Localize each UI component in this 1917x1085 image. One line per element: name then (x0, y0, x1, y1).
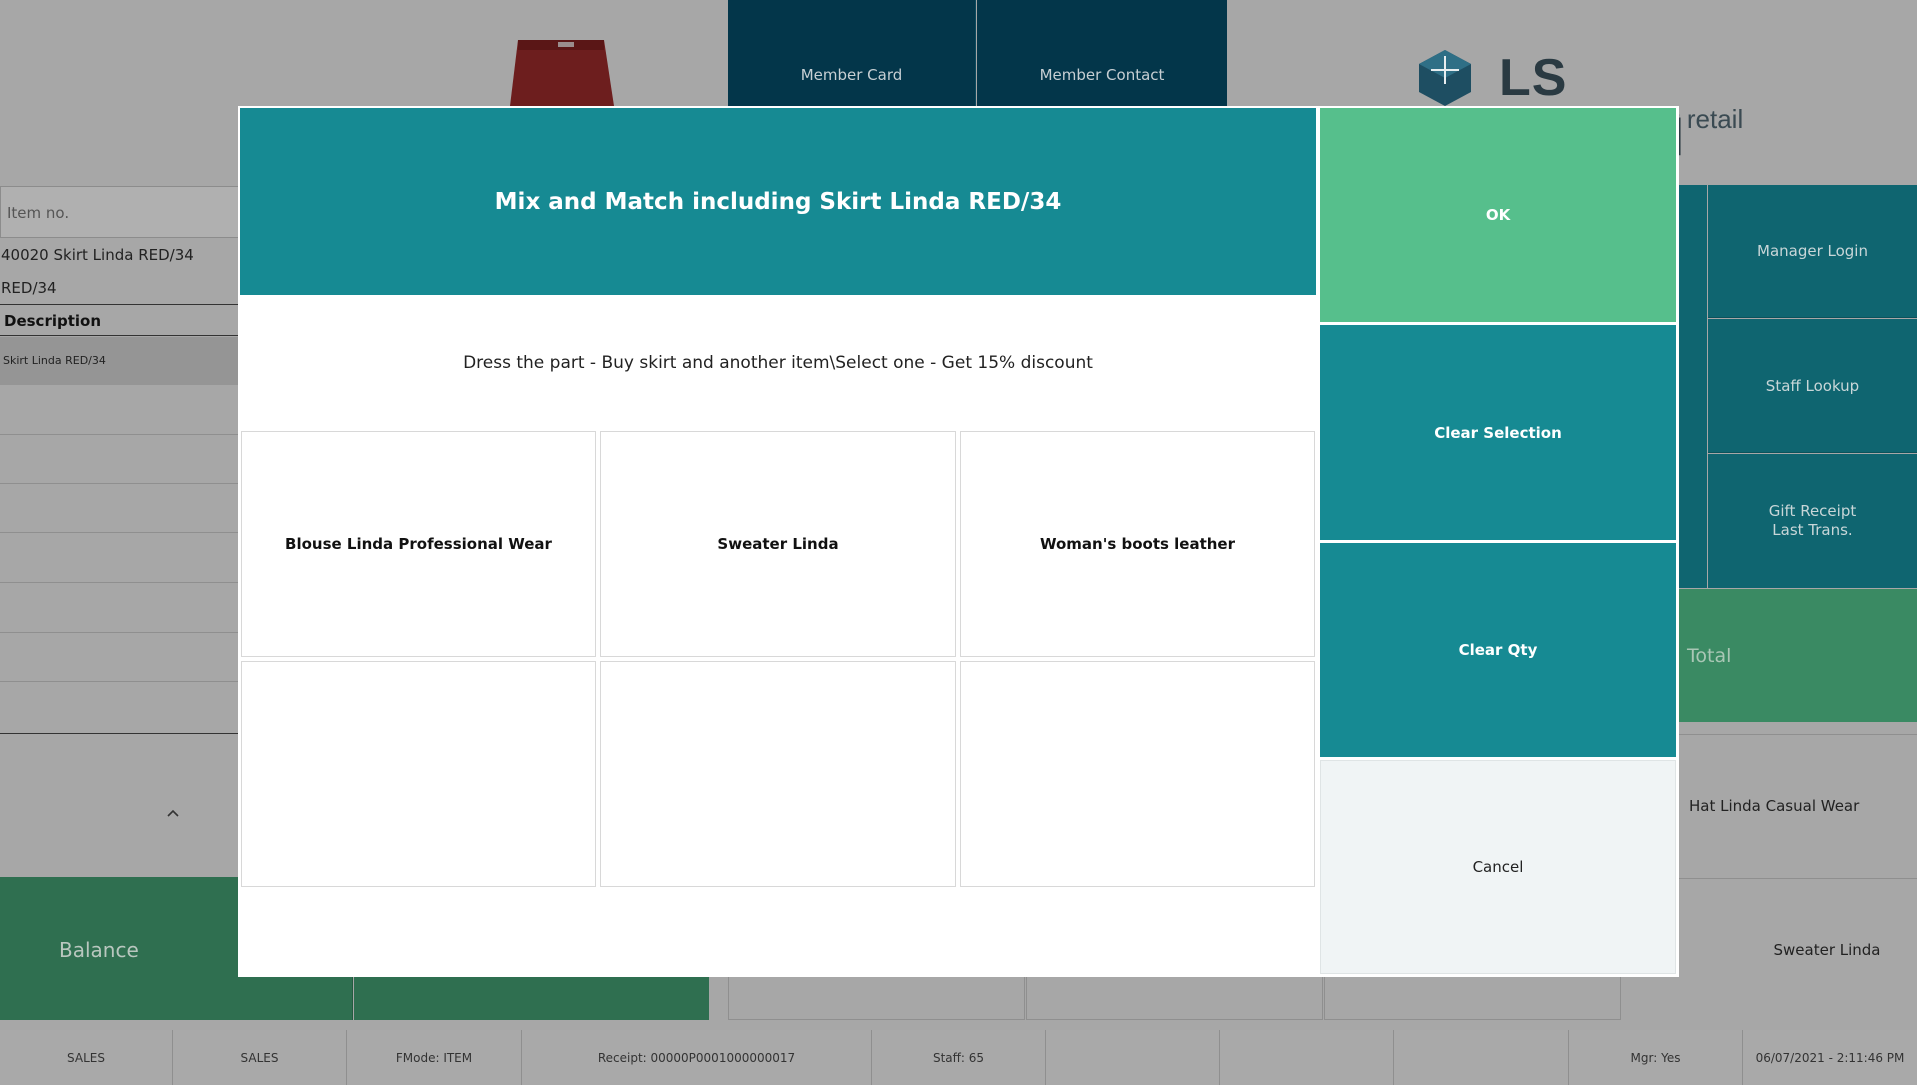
logo-tagline: r retail (1671, 104, 1744, 134)
product-image (500, 36, 622, 106)
status-cell: Mgr: Yes (1569, 1030, 1743, 1085)
member-contact-button[interactable]: Member Contact (977, 0, 1227, 106)
description-row-selected[interactable]: Skirt Linda RED/34 (0, 337, 240, 385)
scroll-up-button[interactable] (0, 734, 238, 876)
cancel-button[interactable]: Cancel (1320, 760, 1676, 974)
total-button[interactable]: Total (1677, 589, 1917, 722)
clear-selection-button[interactable]: Clear Selection (1320, 325, 1676, 540)
quick-item-label: Sweater Linda (1773, 940, 1881, 959)
option-sweater-linda[interactable]: Sweater Linda (600, 431, 956, 657)
chevron-up-icon (166, 804, 180, 822)
status-cell: Staff: 65 (872, 1030, 1046, 1085)
receipt-row[interactable] (0, 435, 240, 484)
option-label: Woman's boots leather (1039, 535, 1235, 553)
receipt-row[interactable] (0, 583, 240, 633)
bottom-tile[interactable] (1026, 976, 1323, 1020)
option-empty[interactable] (960, 661, 1315, 887)
item-line-1: 40020 Skirt Linda RED/34 (1, 246, 194, 264)
dialog-title: Mix and Match including Skirt Linda RED/… (240, 108, 1316, 295)
quick-item-sweater-linda[interactable]: Sweater Linda (1677, 878, 1917, 1020)
status-cell (1046, 1030, 1220, 1085)
status-cell: SALES (173, 1030, 347, 1085)
option-blouse-linda[interactable]: Blouse Linda Professional Wear (241, 431, 596, 657)
item-number-input[interactable]: Item no. (0, 186, 240, 238)
option-empty[interactable] (600, 661, 956, 887)
item-line-2: RED/34 (1, 279, 57, 297)
clear-qty-button[interactable]: Clear Qty (1320, 543, 1676, 757)
total-label: Total (1687, 645, 1732, 667)
bottom-tile[interactable] (728, 976, 1025, 1020)
description-row-text: Skirt Linda RED/34 (3, 354, 106, 367)
option-womans-boots[interactable]: Woman's boots leather (960, 431, 1315, 657)
quick-item-hat-linda[interactable]: Hat Linda Casual Wear (1677, 734, 1917, 877)
status-cell: Receipt: 00000P0001000000017 (522, 1030, 872, 1085)
receipt-row[interactable] (0, 682, 240, 734)
receipt-row[interactable] (0, 385, 240, 435)
status-cell (1220, 1030, 1394, 1085)
side-tile[interactable] (1677, 185, 1707, 588)
option-label: Blouse Linda Professional Wear (285, 535, 552, 553)
receipt-row[interactable] (0, 533, 240, 583)
status-cell: 06/07/2021 - 2:11:46 PM (1743, 1030, 1917, 1085)
ok-button[interactable]: OK (1320, 108, 1676, 322)
option-empty[interactable] (241, 661, 596, 887)
description-header: Description (0, 304, 240, 336)
status-cell: FMode: ITEM (347, 1030, 522, 1085)
staff-lookup-button[interactable]: Staff Lookup (1708, 319, 1917, 453)
receipt-row[interactable] (0, 633, 240, 682)
dialog-description: Dress the part - Buy skirt and another i… (463, 353, 1093, 373)
manager-login-button[interactable]: Manager Login (1708, 185, 1917, 318)
status-cell: SALES (0, 1030, 173, 1085)
description-header-label: Description (4, 312, 102, 330)
status-cell (1394, 1030, 1569, 1085)
option-label: Sweater Linda (717, 535, 839, 553)
balance-label: Balance (59, 938, 139, 962)
item-number-placeholder: Item no. (7, 204, 70, 222)
receipt-row[interactable] (0, 484, 240, 533)
gift-receipt-button[interactable]: Gift Receipt Last Trans. (1708, 454, 1917, 588)
bottom-tile[interactable] (1324, 976, 1621, 1020)
quick-item-label: Hat Linda Casual Wear (1689, 797, 1860, 815)
member-card-button[interactable]: Member Card (728, 0, 976, 106)
